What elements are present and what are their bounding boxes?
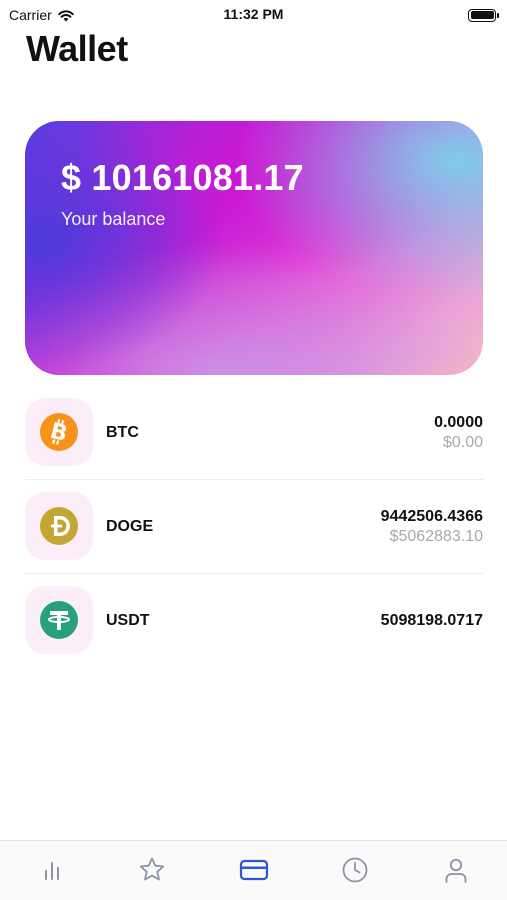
coin-tile: [25, 586, 93, 654]
list-item-usdt[interactable]: USDT 5098198.0717: [25, 574, 483, 668]
balance-label: Your balance: [61, 209, 166, 229]
coin-amount: 9442506.4366: [380, 508, 483, 525]
coin-tile: B: [25, 398, 93, 466]
tab-history[interactable]: [340, 855, 370, 885]
coin-amount: 0.0000: [434, 414, 483, 431]
status-time: 11:32 PM: [223, 6, 284, 22]
balance-amount: $ 10161081.17: [61, 157, 304, 198]
tab-bar: [0, 840, 507, 900]
bitcoin-icon: B: [40, 413, 78, 451]
tab-favorites[interactable]: [137, 855, 167, 885]
person-icon: [445, 858, 467, 883]
coin-amount: 5098198.0717: [380, 612, 483, 629]
clock-icon: [342, 857, 368, 883]
tether-icon: [40, 601, 78, 639]
tab-profile[interactable]: [441, 855, 471, 885]
coin-tile: [25, 492, 93, 560]
coin-symbol: DOGE: [106, 518, 154, 535]
list-item-btc[interactable]: B BTC 0.0000 $0.00: [25, 386, 483, 480]
dogecoin-icon: [40, 507, 78, 545]
tab-wallet[interactable]: [239, 855, 269, 885]
coin-symbol: USDT: [106, 612, 150, 629]
coin-symbol: BTC: [106, 424, 139, 441]
coin-list: B BTC 0.0000 $0.00 DOGE 9442506.4366 $50…: [25, 386, 483, 668]
balance-card[interactable]: $ 10161081.17 Your balance: [25, 121, 483, 375]
card-icon: [239, 859, 269, 881]
coin-fiat-value: $0.00: [442, 434, 483, 451]
page-title: Wallet: [26, 28, 128, 69]
wallet-screen: Carrier 11:32 PM Wallet $ 10161081.17 Yo…: [0, 0, 507, 900]
list-item-doge[interactable]: DOGE 9442506.4366 $5062883.10: [25, 480, 483, 574]
star-icon: [139, 857, 165, 881]
bar-chart-icon: [45, 862, 59, 880]
coin-fiat-value: $5062883.10: [389, 528, 483, 545]
tab-markets[interactable]: [37, 855, 67, 885]
